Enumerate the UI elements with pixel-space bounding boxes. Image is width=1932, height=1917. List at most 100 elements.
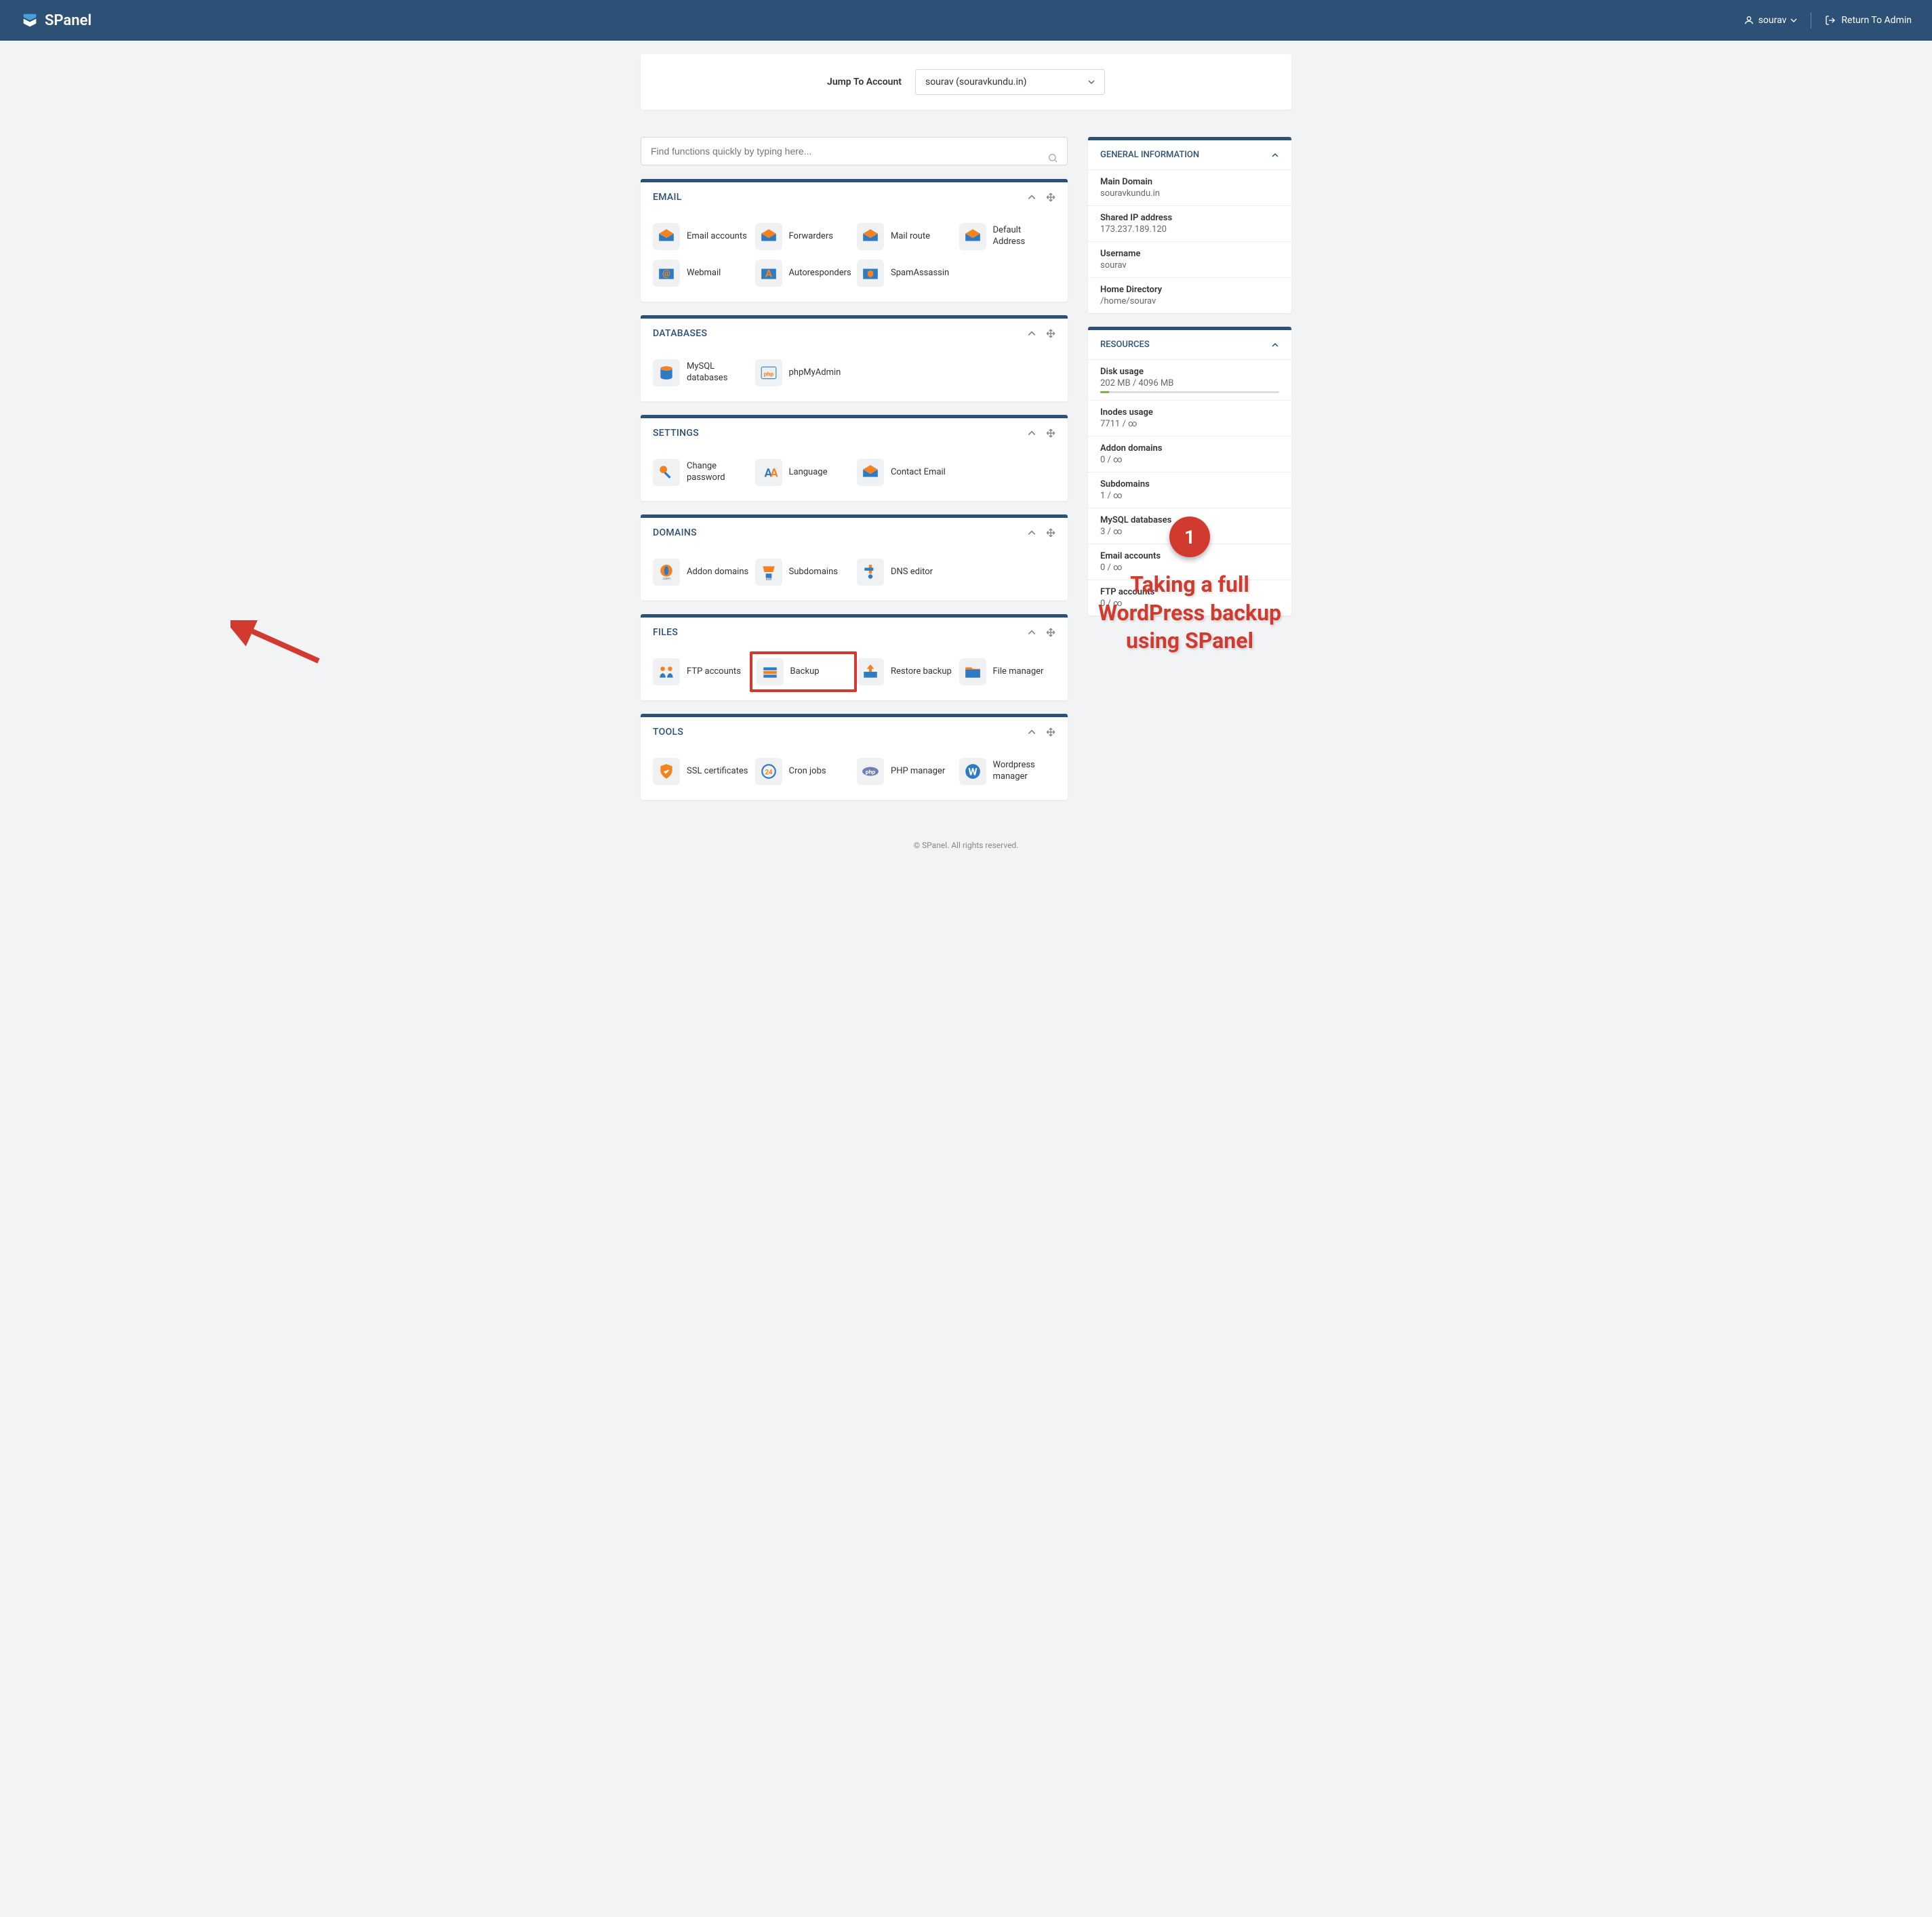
resource-row: Subdomains1 / ∞ — [1088, 472, 1291, 508]
webmail-icon: @ — [653, 260, 680, 287]
phpmyadmin[interactable]: phpphpMyAdmin — [755, 358, 852, 388]
fn-label: Language — [789, 467, 828, 479]
move-icon[interactable] — [1046, 628, 1055, 637]
annotation-text: Taking a full WordPress backup using SPa… — [1092, 571, 1287, 655]
section-files: FILES FTP accountsBackupRestore backup Fi… — [641, 614, 1068, 700]
backup-icon — [757, 658, 784, 685]
chevron-up-icon[interactable] — [1027, 329, 1037, 338]
annotation-arrow — [230, 620, 325, 668]
fn-label: Mail route — [891, 231, 930, 243]
resource-value: 0 / ∞ — [1100, 455, 1279, 465]
info-label: Shared IP address — [1100, 213, 1279, 223]
restore-backup[interactable]: Restore backup — [857, 657, 954, 687]
forwarders-icon — [755, 223, 782, 250]
dns-editor-icon — [857, 559, 884, 586]
forwarders[interactable]: Forwarders — [755, 222, 852, 251]
file-manager[interactable]: File manager — [959, 657, 1056, 687]
logo[interactable]: SPanel — [20, 11, 92, 30]
fn-label: SSL certificates — [687, 766, 748, 778]
addon-domains[interactable]: .comAddon domains — [653, 557, 750, 587]
annotation: 1 Taking a full WordPress backup using S… — [1088, 517, 1291, 655]
return-to-admin-link[interactable]: Return To Admin — [1825, 15, 1912, 26]
dns-editor[interactable]: DNS editor — [857, 557, 954, 587]
move-icon[interactable] — [1046, 428, 1055, 438]
fn-label: PHP manager — [891, 766, 945, 778]
chevron-up-icon[interactable] — [1027, 528, 1037, 538]
section-tools: TOOLS SSL certificates24Cron jobsphpPHP … — [641, 714, 1068, 800]
mysql-databases[interactable]: MySQL databases — [653, 358, 750, 388]
ftp-accounts-icon — [653, 658, 680, 685]
account-selector[interactable]: sourav (souravkundu.in) — [915, 69, 1105, 95]
move-icon[interactable] — [1046, 193, 1055, 202]
backup[interactable]: Backup — [750, 651, 858, 692]
fn-label: Autoresponders — [789, 268, 851, 279]
chevron-up-icon[interactable] — [1027, 193, 1037, 202]
move-icon[interactable] — [1046, 528, 1055, 538]
section-domains: DOMAINS .comAddon domainssubSubdomainsDN… — [641, 514, 1068, 601]
resources-header[interactable]: RESOURCES — [1088, 330, 1291, 359]
chevron-up-icon[interactable] — [1027, 628, 1037, 637]
info-value: 173.237.189.120 — [1100, 224, 1279, 235]
email-accounts-icon — [653, 223, 680, 250]
subdomains[interactable]: subSubdomains — [755, 557, 852, 587]
info-label: Username — [1100, 249, 1279, 259]
cron-jobs[interactable]: 24Cron jobs — [755, 756, 852, 786]
file-manager-icon — [959, 658, 986, 685]
search-input[interactable] — [641, 137, 1068, 165]
move-icon[interactable] — [1046, 727, 1055, 737]
search-wrap — [641, 137, 1068, 179]
change-password-icon — [653, 459, 680, 486]
section-email: EMAIL Email accounts Forwarders Mail route… — [641, 179, 1068, 302]
resource-row: Disk usage202 MB / 4096 MB — [1088, 359, 1291, 400]
webmail[interactable]: @Webmail — [653, 258, 750, 288]
svg-text:.com: .com — [662, 577, 670, 581]
resource-label: Inodes usage — [1100, 407, 1279, 418]
ftp-accounts[interactable]: FTP accounts — [653, 657, 750, 687]
default-address[interactable]: Default Address — [959, 222, 1056, 251]
section-body: Change passwordAALanguage Contact Email — [641, 448, 1068, 501]
mail-route[interactable]: Mail route — [857, 222, 954, 251]
php-manager[interactable]: php PHP manager — [857, 756, 954, 786]
ssl-certificates[interactable]: SSL certificates — [653, 756, 750, 786]
section-header: EMAIL — [641, 182, 1068, 212]
section-title: FILES — [653, 627, 678, 638]
info-label: Main Domain — [1100, 177, 1279, 187]
resource-label: Disk usage — [1100, 367, 1279, 377]
wordpress-manager[interactable]: WWordpress manager — [959, 756, 1056, 786]
fn-label: Email accounts — [687, 231, 747, 243]
general-info-title: GENERAL INFORMATION — [1100, 150, 1199, 160]
fn-label: MySQL databases — [687, 361, 750, 384]
jump-label: Jump To Account — [827, 77, 902, 87]
spamassassin[interactable]: SpamAssassin — [857, 258, 954, 288]
svg-text:php: php — [866, 769, 876, 775]
section-body: FTP accountsBackupRestore backup File man… — [641, 647, 1068, 700]
progress-bar — [1100, 391, 1279, 393]
fn-label: Default Address — [993, 225, 1056, 248]
email-accounts[interactable]: Email accounts — [653, 222, 750, 251]
language[interactable]: AALanguage — [755, 458, 852, 487]
move-icon[interactable] — [1046, 329, 1055, 338]
chevron-up-icon[interactable] — [1027, 727, 1037, 737]
resource-label: Subdomains — [1100, 479, 1279, 489]
svg-text:24: 24 — [765, 769, 773, 776]
section-settings: SETTINGS Change passwordAALanguageContac… — [641, 415, 1068, 501]
fn-label: SpamAssassin — [891, 268, 949, 279]
section-body: .comAddon domainssubSubdomainsDNS editor — [641, 548, 1068, 601]
general-info-header[interactable]: GENERAL INFORMATION — [1088, 140, 1291, 169]
autoresponders[interactable]: AAutoresponders — [755, 258, 852, 288]
phpmyadmin-icon: php — [755, 359, 782, 386]
fn-label: File manager — [993, 666, 1044, 678]
contact-email[interactable]: Contact Email — [857, 458, 954, 487]
svg-text:W: W — [968, 765, 978, 778]
fn-label: Contact Email — [891, 467, 946, 479]
resources-title: RESOURCES — [1100, 340, 1150, 350]
username-text: sourav — [1758, 15, 1787, 26]
user-menu[interactable]: sourav — [1744, 15, 1798, 26]
fn-label: Forwarders — [789, 231, 833, 243]
subdomains-icon: sub — [755, 559, 782, 586]
mail-route-icon — [857, 223, 884, 250]
section-body: Email accounts Forwarders Mail route Defaul… — [641, 212, 1068, 302]
logout-icon — [1825, 15, 1836, 26]
change-password[interactable]: Change password — [653, 458, 750, 487]
chevron-up-icon[interactable] — [1027, 428, 1037, 438]
